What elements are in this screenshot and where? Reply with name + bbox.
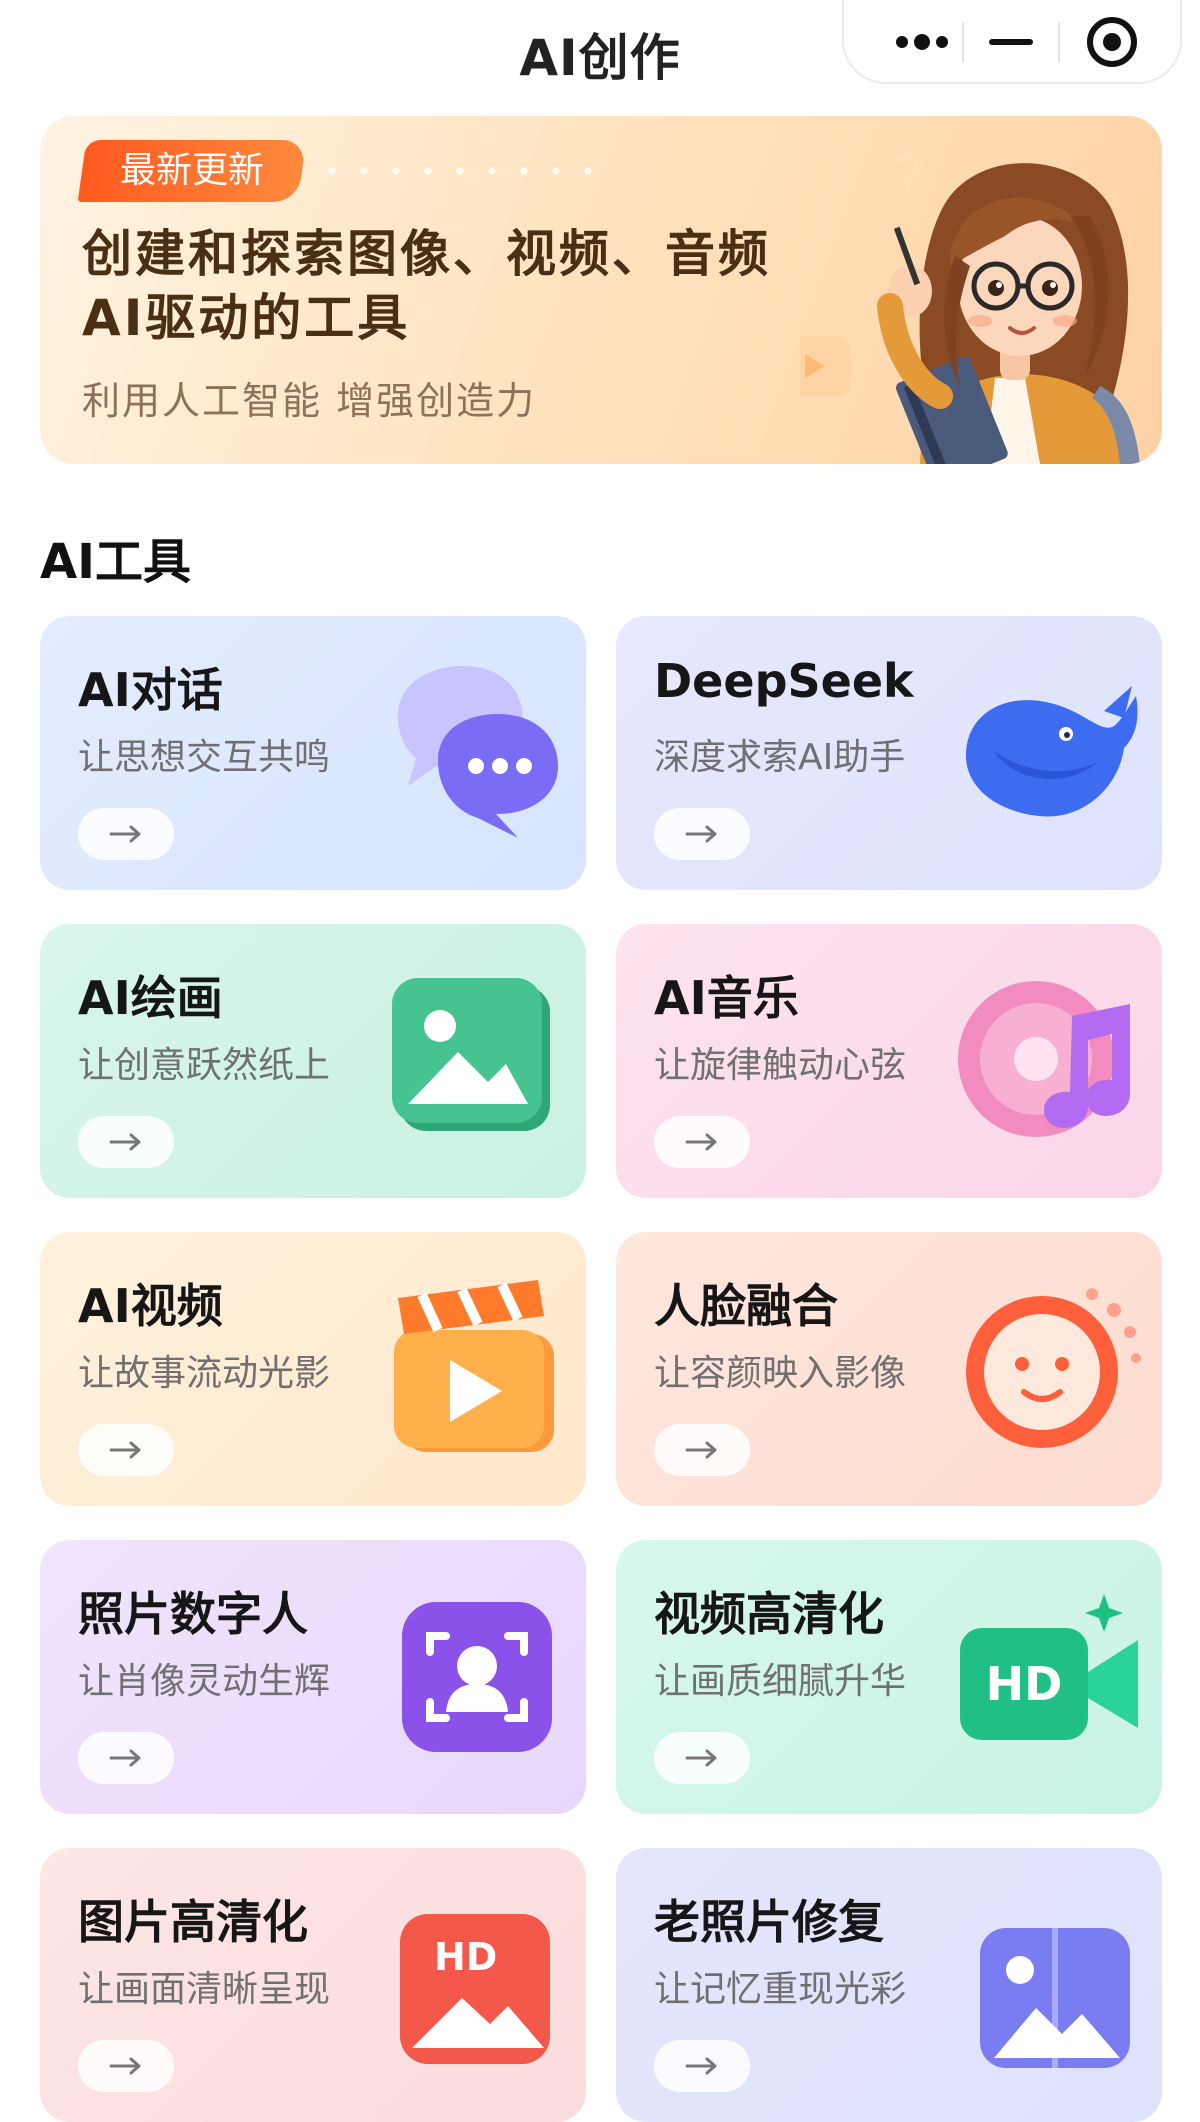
tool-card-title: DeepSeek — [654, 654, 914, 708]
tool-card-subtitle: 让画面清晰呈现 — [78, 1969, 331, 2010]
arrow-right-icon — [109, 825, 141, 843]
arrow-right-icon — [685, 1133, 717, 1151]
target-close-icon — [1087, 17, 1137, 67]
banner-title: 创建和探索图像、视频、音频 AI驱动的工具 — [82, 222, 771, 350]
tool-card-title: AI视频 — [78, 1279, 223, 1333]
banner-title-line1: 创建和探索图像、视频、音频 — [82, 225, 771, 283]
arrow-button[interactable] — [78, 1732, 174, 1784]
tool-card-title: 图片高清化 — [78, 1895, 308, 1949]
tool-card-deepseek[interactable]: DeepSeek 深度求索AI助手 — [616, 616, 1162, 890]
tool-card-old-photo-restore[interactable]: 老照片修复 让记忆重现光彩 — [616, 1848, 1162, 2122]
arrow-right-icon — [109, 1133, 141, 1151]
arrow-right-icon — [685, 2057, 717, 2075]
arrow-right-icon — [109, 1441, 141, 1459]
more-button[interactable] — [872, 0, 972, 84]
arrow-button[interactable] — [654, 1116, 750, 1168]
music-disc-icon — [958, 981, 1130, 1137]
arrow-button[interactable] — [78, 2040, 174, 2092]
tool-card-title: 人脸融合 — [654, 1279, 838, 1333]
tool-card-subtitle: 让旋律触动心弦 — [654, 1045, 907, 1086]
girl-with-glasses-illustration: ? — [800, 141, 1140, 464]
chat-bubbles-icon — [398, 666, 558, 838]
tool-card-photo-digital-human[interactable]: 照片数字人 让肖像灵动生辉 — [40, 1540, 586, 1814]
tool-card-ai-chat[interactable]: AI对话 让思想交互共鸣 — [40, 616, 586, 890]
arrow-right-icon — [685, 1749, 717, 1767]
capsule-divider — [1058, 22, 1060, 62]
mini-program-capsule — [842, 0, 1182, 84]
section-title-ai-tools: AI工具 — [40, 534, 192, 590]
hd-video-icon: HD — [960, 1594, 1138, 1740]
hd-text: HD — [434, 1935, 497, 1979]
arrow-button[interactable] — [654, 1732, 750, 1784]
tool-card-subtitle: 让创意跃然纸上 — [78, 1045, 331, 1086]
arrow-right-icon — [109, 1749, 141, 1767]
arrow-right-icon — [685, 1441, 717, 1459]
face-icon — [966, 1288, 1141, 1448]
hd-picture-icon: HD — [400, 1914, 550, 2064]
arrow-button[interactable] — [78, 1424, 174, 1476]
banner-subtitle: 利用人工智能 增强创造力 — [82, 379, 537, 423]
minimize-button[interactable] — [966, 0, 1056, 84]
minimize-icon — [989, 39, 1033, 45]
tool-card-subtitle: 让记忆重现光彩 — [654, 1969, 907, 2010]
hd-text: HD — [986, 1657, 1063, 1711]
picture-icon — [392, 978, 550, 1131]
banner-title-line2: AI驱动的工具 — [82, 289, 411, 347]
capsule-divider — [962, 22, 964, 62]
tool-card-image-hd[interactable]: 图片高清化 让画面清晰呈现 HD — [40, 1848, 586, 2122]
tool-card-title: 照片数字人 — [78, 1587, 308, 1641]
svg-text:?: ? — [890, 141, 927, 223]
top-bar: AI创作 — [0, 0, 1200, 104]
tool-card-subtitle: 让画质细腻升华 — [654, 1661, 907, 1702]
whale-icon — [966, 686, 1138, 817]
tool-card-title: AI音乐 — [654, 971, 799, 1025]
tool-card-subtitle: 深度求索AI助手 — [654, 737, 906, 778]
old-photo-icon — [980, 1928, 1130, 2068]
new-update-badge: 最新更新 — [77, 140, 307, 202]
feature-banner[interactable]: 最新更新 创建和探索图像、视频、音频 AI驱动的工具 利用人工智能 增强创造力 … — [40, 116, 1162, 464]
tool-card-title: 老照片修复 — [654, 1895, 884, 1949]
clapper-play-icon — [394, 1280, 554, 1452]
arrow-button[interactable] — [654, 1424, 750, 1476]
decorative-dots — [316, 164, 616, 178]
tool-card-ai-music[interactable]: AI音乐 让旋律触动心弦 — [616, 924, 1162, 1198]
arrow-button[interactable] — [654, 808, 750, 860]
more-dots-icon — [896, 34, 948, 50]
tool-card-subtitle: 让容颜映入影像 — [654, 1353, 907, 1394]
arrow-button[interactable] — [78, 1116, 174, 1168]
tool-card-ai-painting[interactable]: AI绘画 让创意跃然纸上 — [40, 924, 586, 1198]
tool-card-title: AI对话 — [78, 663, 223, 717]
close-button[interactable] — [1062, 0, 1162, 84]
tool-card-subtitle: 让故事流动光影 — [78, 1353, 331, 1394]
tool-card-subtitle: 让肖像灵动生辉 — [78, 1661, 331, 1702]
arrow-button[interactable] — [654, 2040, 750, 2092]
tool-card-title: AI绘画 — [78, 971, 223, 1025]
arrow-right-icon — [109, 2057, 141, 2075]
tool-card-face-fusion[interactable]: 人脸融合 让容颜映入影像 — [616, 1232, 1162, 1506]
portrait-scan-icon — [402, 1602, 552, 1752]
tool-card-subtitle: 让思想交互共鸣 — [78, 737, 331, 778]
tool-card-title: 视频高清化 — [654, 1587, 884, 1641]
tool-card-ai-video[interactable]: AI视频 让故事流动光影 — [40, 1232, 586, 1506]
arrow-button[interactable] — [78, 808, 174, 860]
tool-card-video-hd[interactable]: 视频高清化 让画质细腻升华 HD — [616, 1540, 1162, 1814]
arrow-right-icon — [685, 825, 717, 843]
